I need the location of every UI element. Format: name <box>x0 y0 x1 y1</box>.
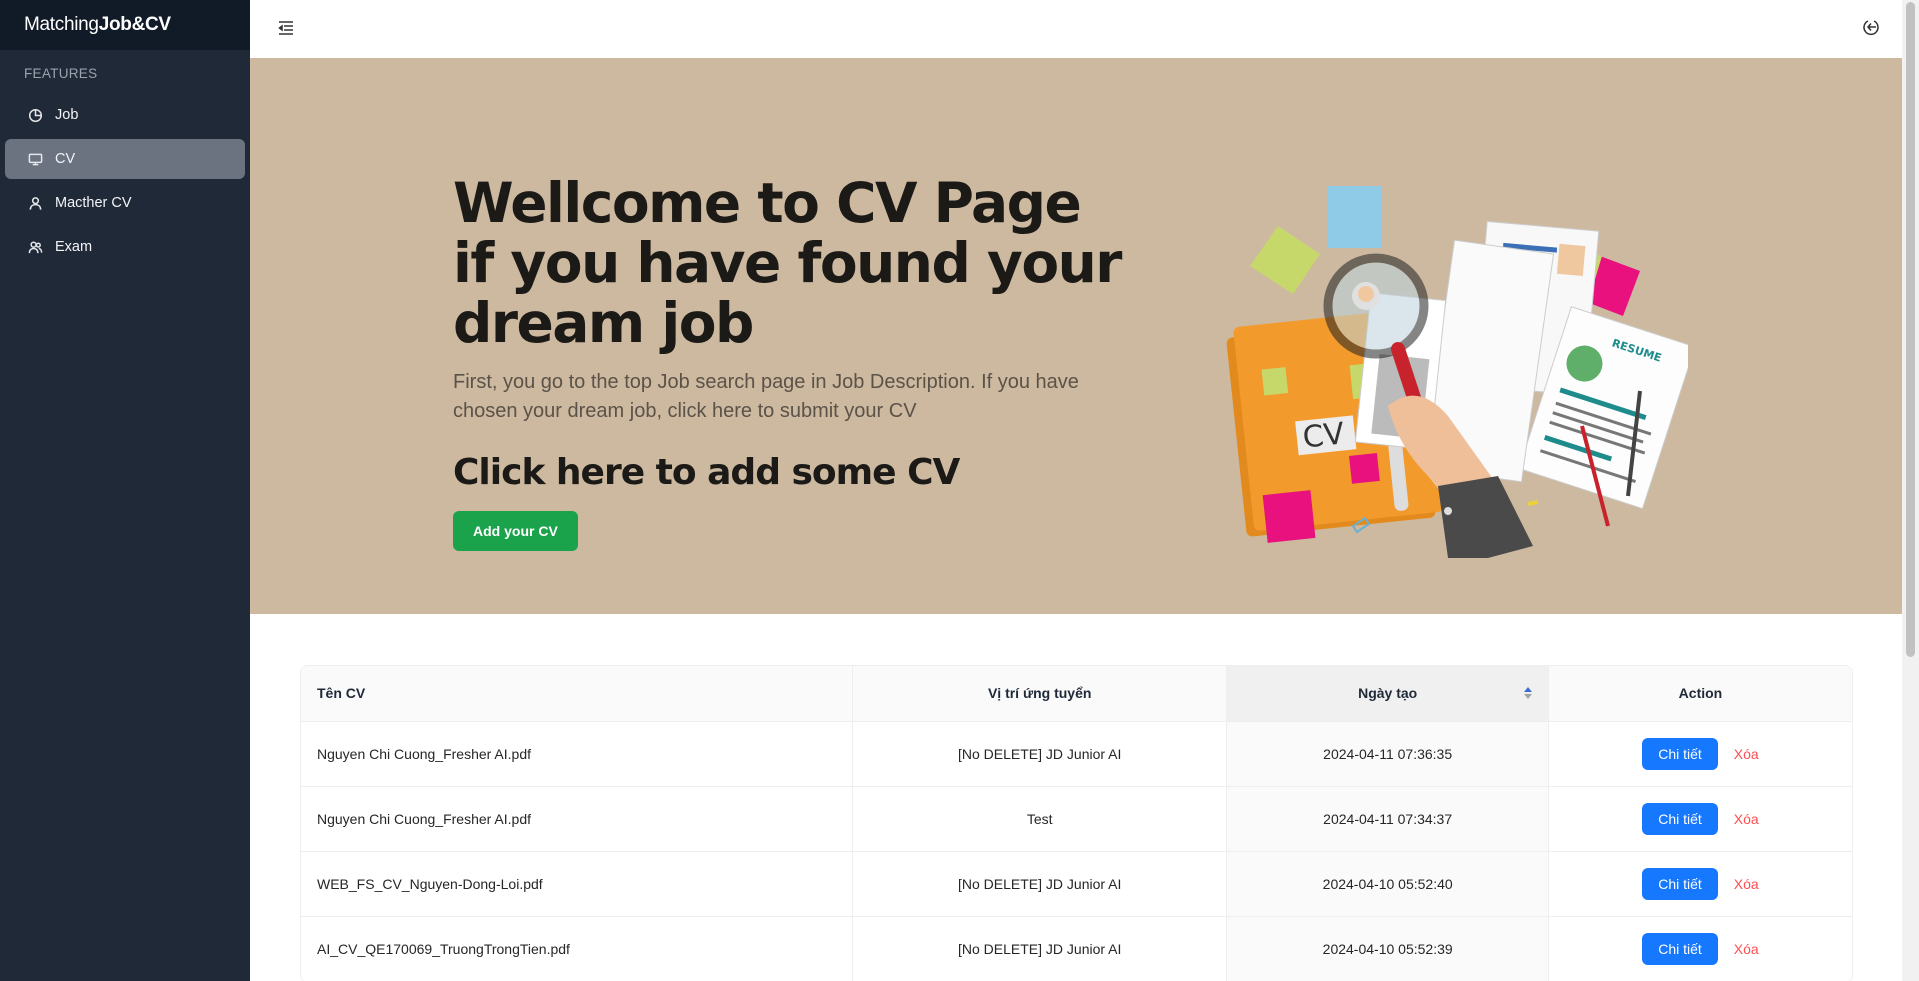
hero-title: Wellcome to CV Page if you have found yo… <box>453 173 1153 353</box>
sidebar-item-label: Exam <box>55 239 93 255</box>
delete-link[interactable]: Xóa <box>1734 811 1759 827</box>
add-cv-button[interactable]: Add your CV <box>453 511 578 551</box>
delete-link[interactable]: Xóa <box>1734 941 1759 957</box>
cell-actions: Chi tiết Xóa <box>1548 916 1852 981</box>
delete-link[interactable]: Xóa <box>1734 746 1759 762</box>
hero-title-line: dream job <box>453 291 754 355</box>
hero-title-line: Wellcome to CV Page <box>453 171 1082 235</box>
illustration-folder-label: CV <box>1301 416 1346 455</box>
column-header-name[interactable]: Tên CV <box>301 666 853 722</box>
cell-actions: Chi tiết Xóa <box>1548 721 1852 787</box>
cell-date: 2024-04-10 05:52:39 <box>1226 916 1549 981</box>
cell-cv-name: Nguyen Chi Cuong_Fresher AI.pdf <box>301 721 853 787</box>
column-header-position[interactable]: Vị trí ứng tuyển <box>852 666 1228 722</box>
delete-link[interactable]: Xóa <box>1734 876 1759 892</box>
sort-icon[interactable] <box>1523 687 1532 699</box>
cell-date: 2024-04-11 07:34:37 <box>1226 786 1549 852</box>
cell-date: 2024-04-11 07:36:35 <box>1226 721 1549 787</box>
cell-actions: Chi tiết Xóa <box>1548 786 1852 852</box>
pie-chart-icon <box>27 107 43 123</box>
menu-fold-icon[interactable] <box>274 16 298 40</box>
table-row: Nguyen Chi Cuong_Fresher AI.pdf [No DELE… <box>301 721 1852 787</box>
cell-position: [No DELETE] JD Junior AI <box>852 851 1228 917</box>
detail-button[interactable]: Chi tiết <box>1642 737 1718 770</box>
table-row: AI_CV_QE170069_TruongTrongTien.pdf [No D… <box>301 916 1852 981</box>
cell-actions: Chi tiết Xóa <box>1548 851 1852 917</box>
table-row: Nguyen Chi Cuong_Fresher AI.pdf Test 202… <box>301 786 1852 852</box>
brand-bold: Job&CV <box>98 14 171 35</box>
table-row: WEB_FS_CV_Nguyen-Dong-Loi.pdf [No DELETE… <box>301 851 1852 917</box>
hero-description: First, you go to the top Job search page… <box>453 371 1079 422</box>
top-bar <box>250 0 1902 58</box>
sidebar-item-exam[interactable]: Exam <box>5 227 245 267</box>
cell-cv-name: Nguyen Chi Cuong_Fresher AI.pdf <box>301 786 853 852</box>
sidebar-item-job[interactable]: Job <box>5 95 245 135</box>
hero-cta-heading: Click here to add some CV <box>453 452 960 493</box>
hero-title-line: if you have found your <box>453 231 1122 295</box>
detail-button[interactable]: Chi tiết <box>1642 932 1718 965</box>
column-header-action: Action <box>1548 666 1852 722</box>
brand-logo[interactable]: Matching Job&CV <box>0 0 250 50</box>
cell-cv-name: AI_CV_QE170069_TruongTrongTien.pdf <box>301 916 853 981</box>
sidebar-section-label: FEATURES <box>24 66 98 81</box>
detail-button[interactable]: Chi tiết <box>1642 867 1718 900</box>
page-scrollbar[interactable] <box>1902 0 1919 981</box>
scrollbar-thumb[interactable] <box>1906 2 1915 657</box>
column-header-date-label: Ngày tạo <box>1358 685 1418 702</box>
sidebar-item-macther-cv[interactable]: Macther CV <box>5 183 245 223</box>
sidebar-item-cv[interactable]: CV <box>5 139 245 179</box>
team-icon <box>27 239 43 255</box>
cell-position: Test <box>852 786 1228 852</box>
column-header-date[interactable]: Ngày tạo <box>1226 666 1549 722</box>
sidebar-item-label: Job <box>55 107 79 123</box>
user-icon <box>27 195 43 211</box>
cv-illustration: RESUME CV <box>1226 186 1688 558</box>
cell-position: [No DELETE] JD Junior AI <box>852 916 1228 981</box>
detail-button[interactable]: Chi tiết <box>1642 802 1718 835</box>
logout-icon[interactable] <box>1860 15 1884 39</box>
desktop-icon <box>27 151 43 167</box>
table-header-row: Tên CV Vị trí ứng tuyển Ngày tạo Action <box>301 666 1852 722</box>
sidebar: Matching Job&CV FEATURES Job CV Macther C… <box>0 0 250 981</box>
cell-position: [No DELETE] JD Junior AI <box>852 721 1228 787</box>
hero-banner: Wellcome to CV Page if you have found yo… <box>250 58 1902 614</box>
cv-table: Tên CV Vị trí ứng tuyển Ngày tạo Action … <box>300 665 1853 981</box>
cell-cv-name: WEB_FS_CV_Nguyen-Dong-Loi.pdf <box>301 851 853 917</box>
sidebar-item-label: Macther CV <box>55 195 132 211</box>
cell-date: 2024-04-10 05:52:40 <box>1226 851 1549 917</box>
sidebar-item-label: CV <box>55 151 76 167</box>
brand-prefix: Matching <box>24 14 99 35</box>
